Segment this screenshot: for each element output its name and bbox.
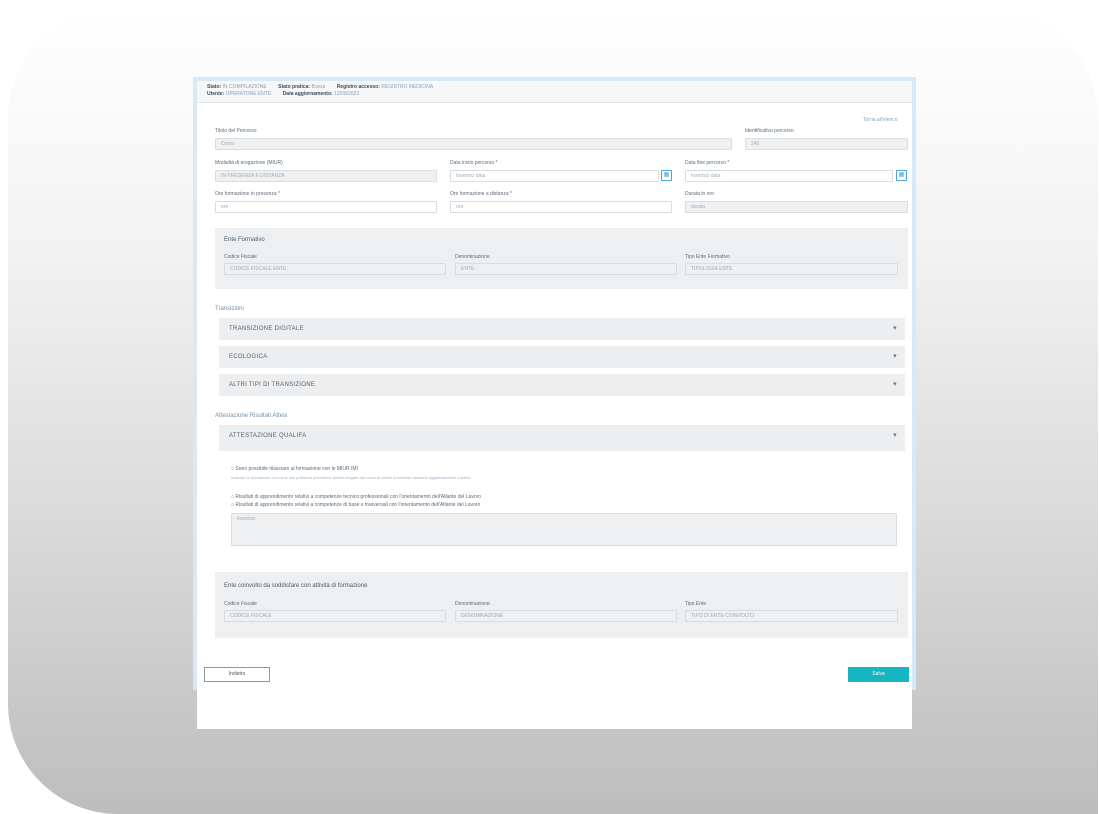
modalita-field[interactable]: IN PRESENZA E DISTANZA — [215, 170, 437, 182]
accordion-label: ATTESTAZIONE QUALIFA — [229, 433, 307, 439]
durata-field[interactable]: durata — [685, 201, 908, 213]
titolo-field[interactable]: Corso — [215, 138, 732, 150]
ente-tipo-field[interactable]: TIPOLOGIA ENTE — [685, 263, 898, 275]
calendar-icon[interactable]: ▦ — [896, 170, 907, 181]
coinvolto-tipo-field[interactable]: TIPO DI ENTE COINVOLTO — [685, 610, 898, 622]
ente-denominazione-field[interactable]: ENTE — [455, 263, 677, 275]
ore-distanza-label: Ore formazione a distanza * — [450, 191, 512, 197]
pratica-key: Stato pratica: — [278, 84, 311, 90]
accordion-altri-tipi[interactable]: ALTRI TIPI DI TRANSIZIONE ▾ — [219, 374, 905, 396]
chevron-down-icon: ▾ — [893, 353, 897, 360]
coinvolto-denominazione-field[interactable]: DENOMINAZIONE — [455, 610, 677, 622]
accordion-label: ECOLOGICA — [229, 354, 268, 360]
status-key: Stato: — [207, 84, 222, 90]
data-fine-field[interactable]: Inserisci data — [685, 170, 893, 182]
ente-cf-label: Codice Fiscale — [224, 254, 257, 260]
status-value: IN COMPILAZIONE — [222, 84, 267, 90]
form-card: Stato: IN COMPILAZIONE Stato pratica: Bo… — [197, 81, 912, 729]
accordion-label: ALTRI TIPI DI TRANSIZIONE — [229, 382, 316, 388]
ente-coinvolto-title: Ente coinvolto da soddisfare con attivit… — [224, 583, 368, 589]
ente-formativo-panel: Ente Formativo Codice Fiscale CODICE FIS… — [215, 228, 908, 289]
chevron-down-icon: ▾ — [893, 381, 897, 388]
strategia-title: Attestazione Risultati Attesi — [215, 413, 288, 419]
ore-distanza-field[interactable]: ore — [450, 201, 672, 213]
ente-cf-field[interactable]: CODICE FISCALE ENTE — [224, 263, 446, 275]
modalita-label: Modalità di erogazione (MIUR) — [215, 160, 283, 166]
ente-tipo-label: Tipo Ente Formativo — [685, 254, 730, 260]
ente-denominazione-label: Denominazione — [455, 254, 490, 260]
data-inizio-field[interactable]: Inserisci data — [450, 170, 659, 182]
cancel-button[interactable]: Indietro — [204, 667, 270, 682]
back-to-list-link[interactable]: Torna all'elenco — [863, 117, 898, 123]
status-header: Stato: IN COMPILAZIONE Stato pratica: Bo… — [197, 81, 912, 103]
chevron-down-icon: ▾ — [893, 432, 897, 439]
data-fine-label: Data fine percorso * — [685, 160, 730, 166]
check-item-2[interactable]: ○ Risultati di apprendimento relativi a … — [231, 494, 481, 500]
coinvolto-denominazione-label: Denominazione — [455, 601, 490, 607]
coinvolto-cf-field[interactable]: CODICE FISCALE — [224, 610, 446, 622]
ente-formativo-title: Ente Formativo — [224, 237, 265, 243]
coinvolto-tipo-label: Tipo Ente — [685, 601, 707, 607]
coinvolto-cf-label: Codice Fiscale — [224, 601, 257, 607]
ore-presenza-label: Ore formazione in presenza * — [215, 191, 281, 197]
accordion-transizione-digitale[interactable]: TRANSIZIONE DIGITALE ▾ — [219, 318, 905, 340]
data-value: 12/06/2023 — [334, 91, 360, 97]
accordion-ecologica[interactable]: ECOLOGICA ▾ — [219, 346, 905, 368]
identificativo-field[interactable]: 245 — [745, 138, 908, 150]
check-note-1: Indicare la formazione con corsi che pot… — [231, 475, 471, 480]
pratica-value: Bozza — [311, 84, 326, 90]
titolo-label: Titolo del Percorso — [215, 128, 257, 134]
registro-key: Registro accesso: — [336, 84, 380, 90]
transizioni-title: Transizioni — [215, 306, 244, 312]
durata-label: Durata in ore — [685, 191, 714, 197]
identificativo-label: Identificativo percorso — [745, 128, 794, 134]
notes-textarea[interactable]: Inserisci — [231, 513, 897, 546]
application-window: Stato: IN COMPILAZIONE Stato pratica: Bo… — [193, 77, 916, 729]
accordion-attestazione[interactable]: ATTESTAZIONE QUALIFA ▾ — [219, 425, 905, 451]
data-inizio-label: Data inizio percorso * — [450, 160, 498, 166]
data-key: Data aggiornamento: — [282, 91, 333, 97]
registro-value: REGISTRO MEDICINA — [381, 84, 434, 90]
accordion-label: TRANSIZIONE DIGITALE — [229, 326, 304, 332]
check-item-3[interactable]: ○ Risultati di apprendimento relativi a … — [231, 502, 480, 508]
ore-presenza-field[interactable]: ore — [215, 201, 437, 213]
utente-value: OPERATORE ENTE — [225, 91, 272, 97]
check-item-1[interactable]: ○ Sono possibile rilasciare al formazion… — [231, 466, 358, 472]
chevron-down-icon: ▾ — [893, 325, 897, 332]
calendar-icon[interactable]: ▦ — [661, 170, 672, 181]
utente-key: Utente: — [207, 91, 225, 97]
ente-coinvolto-panel: Ente coinvolto da soddisfare con attivit… — [215, 572, 908, 638]
save-button[interactable]: Salva — [848, 667, 909, 682]
